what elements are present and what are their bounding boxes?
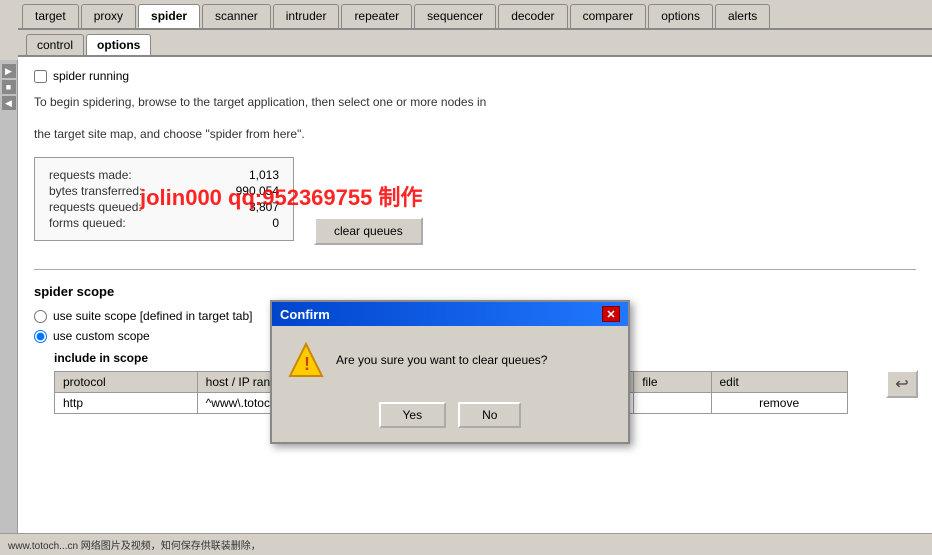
dialog-title: Confirm [280,307,330,322]
confirm-dialog: Confirm ✕ ! Are you sure you want to cle… [270,300,630,444]
dialog-buttons: Yes No [272,394,628,442]
dialog-close-button[interactable]: ✕ [602,306,620,322]
dialog-no-button[interactable]: No [458,402,521,428]
dialog-yes-button[interactable]: Yes [379,402,447,428]
svg-text:!: ! [304,354,310,374]
dialog-title-bar: Confirm ✕ [272,302,628,326]
dialog-body: ! Are you sure you want to clear queues? [272,326,628,394]
dialog-overlay: Confirm ✕ ! Are you sure you want to cle… [0,0,932,555]
warning-icon: ! [288,342,324,378]
dialog-message: Are you sure you want to clear queues? [336,353,547,367]
